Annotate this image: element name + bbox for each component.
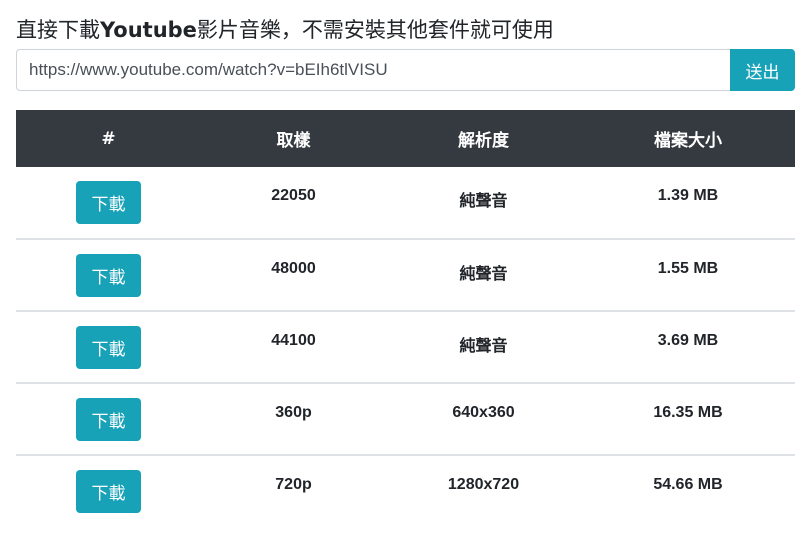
sample-cell: 720p: [275, 476, 312, 493]
column-header-sample: 取樣: [276, 131, 311, 151]
resolution-cell: 640x360: [452, 404, 515, 421]
table-row: 下載 360p 640x360 16.35 MB: [16, 383, 795, 455]
sample-cell: 44100: [271, 332, 316, 349]
table-row: 下載 22050 純聲音 1.39 MB: [16, 167, 795, 239]
table-row: 下載 48000 純聲音 1.55 MB: [16, 239, 795, 311]
sample-cell: 48000: [271, 260, 316, 277]
download-button[interactable]: 下載: [76, 470, 141, 513]
submit-button[interactable]: 送出: [730, 49, 795, 91]
size-cell: 1.55 MB: [657, 260, 719, 277]
url-form: 送出: [16, 49, 795, 91]
formats-table: # 取樣 解析度 檔案大小 下載 22050 純聲音 1.39 MB 下載 48…: [16, 110, 795, 527]
resolution-cell: 1280x720: [447, 476, 520, 493]
column-header-index: #: [101, 128, 116, 149]
download-button[interactable]: 下載: [76, 254, 141, 297]
resolution-cell: 純聲音: [459, 193, 508, 210]
table-row: 下載 44100 純聲音 3.69 MB: [16, 311, 795, 383]
page-title-brand: Youtube: [100, 18, 197, 42]
column-header-size: 檔案大小: [654, 131, 722, 151]
download-button[interactable]: 下載: [76, 326, 141, 369]
resolution-cell: 純聲音: [459, 266, 508, 283]
page-title-prefix: 直接下載: [16, 18, 100, 42]
download-button[interactable]: 下載: [76, 398, 141, 441]
page-title-suffix: 影片音樂，不需安裝其他套件就可使用: [196, 18, 554, 42]
page-title: 直接下載Youtube影片音樂，不需安裝其他套件就可使用: [16, 14, 554, 44]
size-cell: 1.39 MB: [657, 187, 719, 204]
resolution-cell: 純聲音: [459, 338, 508, 355]
download-button[interactable]: 下載: [76, 181, 141, 224]
size-cell: 16.35 MB: [653, 404, 723, 421]
size-cell: 54.66 MB: [653, 476, 723, 493]
sample-cell: 360p: [275, 404, 312, 421]
table-header: # 取樣 解析度 檔案大小: [16, 110, 795, 167]
sample-cell: 22050: [271, 187, 316, 204]
table-row: 下載 720p 1280x720 54.66 MB: [16, 455, 795, 527]
column-header-resolution: 解析度: [458, 131, 509, 151]
url-input[interactable]: [16, 49, 730, 91]
size-cell: 3.69 MB: [657, 332, 719, 349]
